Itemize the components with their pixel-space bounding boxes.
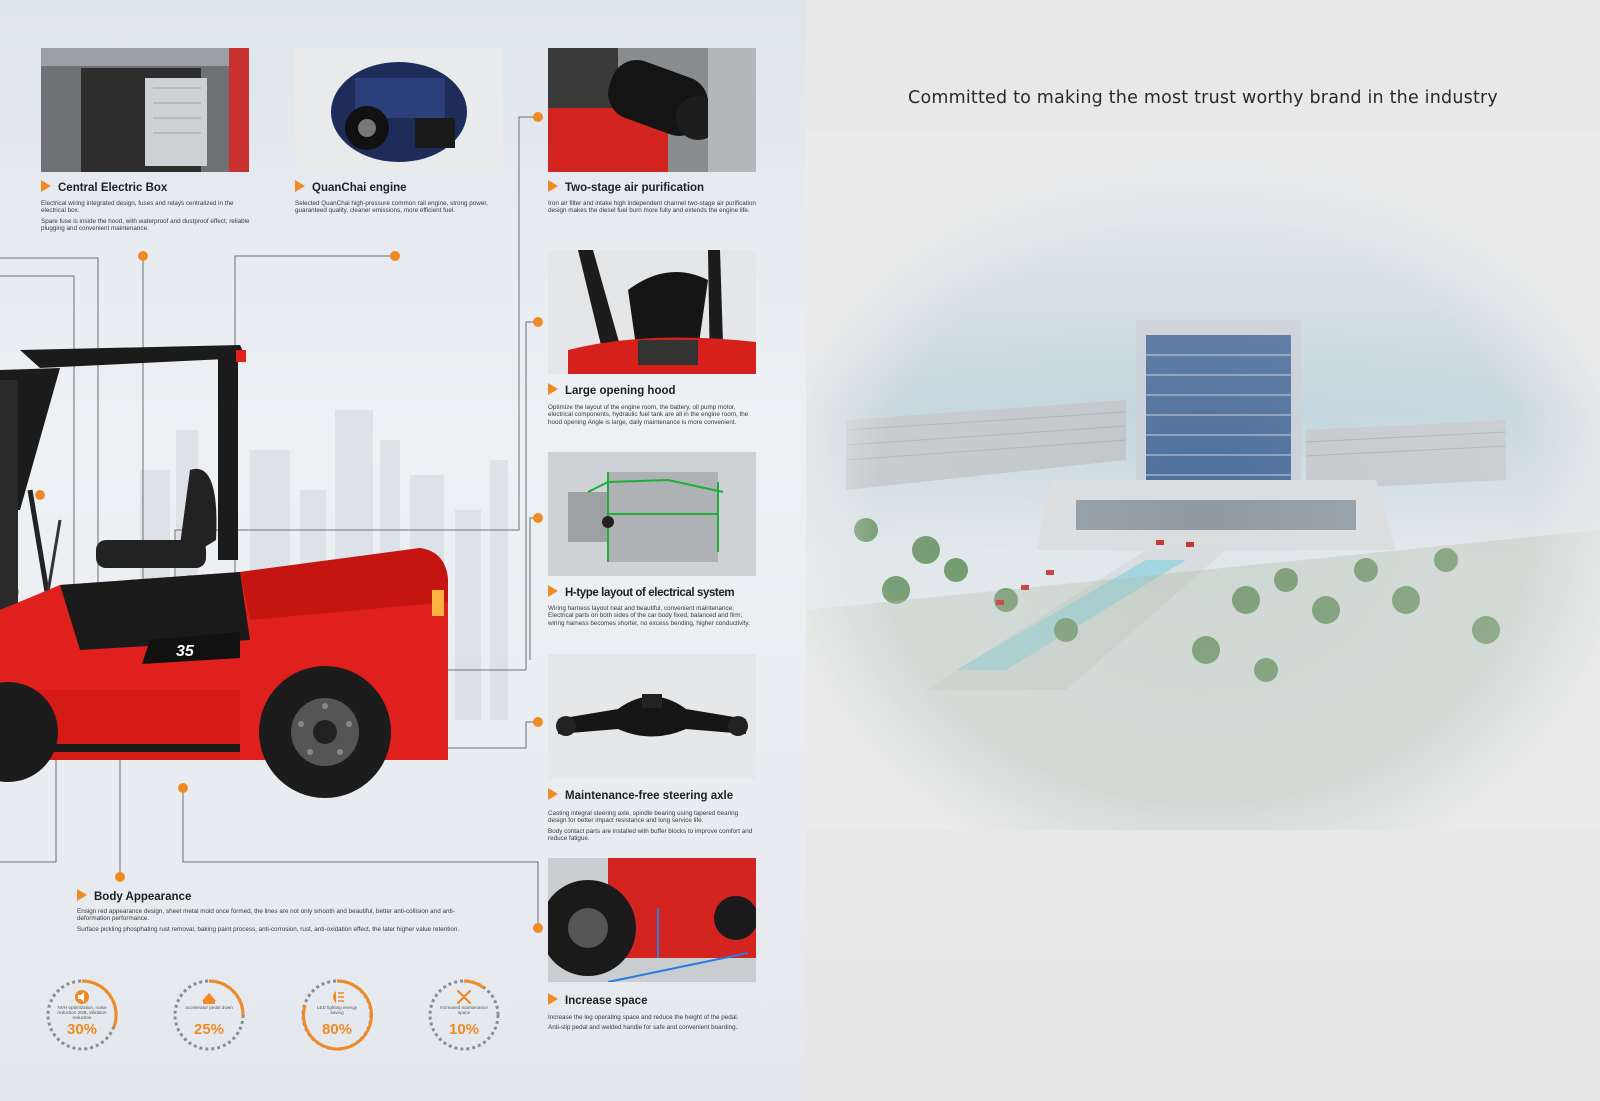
feature-desc-large-opening-hood: Optimize the layout of the engine room, … xyxy=(548,404,749,426)
stat-badge-maintenance-space: Increased maintenance space 10% xyxy=(426,977,502,1053)
hood-photo xyxy=(548,250,756,374)
feature-title-central-electric-box: Central Electric Box xyxy=(41,180,167,194)
feature-title-quanchai-engine: QuanChai engine xyxy=(295,180,407,194)
feature-title-two-stage-air-purification: Two-stage air purification xyxy=(548,180,704,194)
triangle-bullet-icon xyxy=(295,180,305,192)
triangle-bullet-icon xyxy=(548,180,558,192)
feature-desc-two-stage-air-purification: Iron air filter and intake high independ… xyxy=(548,200,756,215)
feature-desc-body-appearance: Ensign red appearance design, sheet meta… xyxy=(77,908,460,933)
forklift-illustration: 35 xyxy=(0,345,448,798)
stat-badge-led-lighting: LED lighting energy saving 80% xyxy=(299,977,375,1053)
steering-axle-photo xyxy=(548,654,756,778)
model-badge-text: 35 xyxy=(176,643,195,660)
triangle-bullet-icon xyxy=(77,889,87,901)
feature-desc-quanchai-engine: Selected QuanChai high-pressure common r… xyxy=(295,200,488,215)
feature-desc-central-electric-box: Electrical wiring integrated design, fus… xyxy=(41,200,250,233)
feature-title-large-opening-hood: Large opening hood xyxy=(548,383,676,397)
feature-desc-increase-space: Increase the leg operating space and red… xyxy=(548,1014,739,1032)
triangle-bullet-icon xyxy=(548,383,558,395)
wrench-icon xyxy=(456,989,472,1005)
triangle-bullet-icon xyxy=(548,788,558,800)
air-filter-photo xyxy=(548,48,756,172)
feature-title-h-type-layout: H-type layout of electrical system xyxy=(548,585,735,599)
feature-title-body-appearance: Body Appearance xyxy=(77,889,191,903)
headquarters-campus-aerial-photo xyxy=(806,130,1600,830)
electric-box-photo xyxy=(41,48,249,172)
brochure-right-page: Committed to making the most trust worth… xyxy=(806,0,1600,1101)
triangle-bullet-icon xyxy=(548,585,558,597)
stat-badge-noise-reduction: NVH optimization, noise reduction 2DB, v… xyxy=(44,977,120,1053)
feature-desc-h-type-layout: Wiring harness layout neat and beautiful… xyxy=(548,605,750,627)
feature-title-increase-space: Increase space xyxy=(548,993,647,1007)
brochure-left-page: 35 Central Electric Box Electrical wirin… xyxy=(0,0,806,1101)
stat-badge-accelerator-pedal: accelerator pedal down 25% xyxy=(171,977,247,1053)
engine-photo xyxy=(295,48,503,172)
feature-desc-steering-axle: Casting integral steering axle, spindle … xyxy=(548,810,753,843)
feature-title-steering-axle: Maintenance-free steering axle xyxy=(548,788,733,802)
speaker-icon xyxy=(75,990,89,1004)
headlight-icon xyxy=(333,991,344,1003)
operator-space-photo xyxy=(548,858,756,982)
wiring-layout-photo xyxy=(548,452,756,576)
triangle-bullet-icon xyxy=(41,180,51,192)
triangle-bullet-icon xyxy=(548,993,558,1005)
pedal-icon xyxy=(202,993,216,1004)
page-tagline: Committed to making the most trust worth… xyxy=(908,88,1498,108)
